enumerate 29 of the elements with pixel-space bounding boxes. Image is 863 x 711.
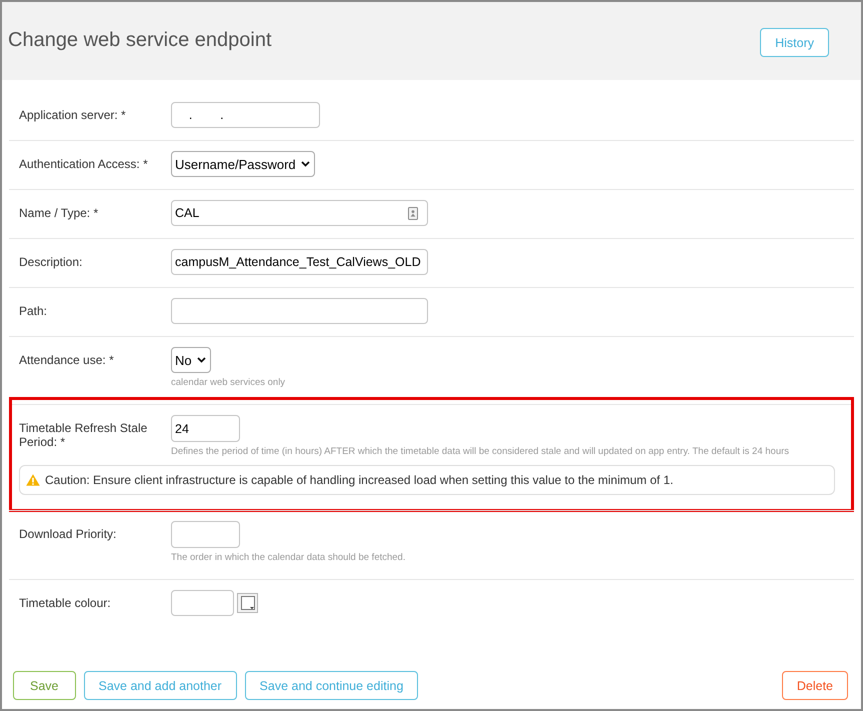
swatch-icon [240,596,254,610]
field-label: Authentication Access: * [19,156,149,173]
field-label: Path: [19,303,48,320]
field-label: Name / Type: * [19,205,100,222]
select-field[interactable]: Username/Password [171,151,315,177]
chevron-down-icon [196,357,206,363]
input-field[interactable] [171,521,240,548]
help-text: The order in which the calendar data should be fetched. [171,552,406,564]
color-picker-button[interactable] [237,593,258,613]
input-field[interactable]: . . [171,102,320,128]
field-label: Download Priority: [19,526,118,543]
input-field[interactable]: CAL [171,200,428,226]
field-label: Timetable colour: [19,595,112,612]
input-field[interactable]: 24 [171,415,240,442]
help-text: calendar web services only [171,377,286,389]
input-field[interactable] [171,298,428,324]
help-text: Defines the period of time (in hours) AFTER which the timetable data will be considered stale and will updated on app entry. The default is 24 hours [171,446,790,458]
select-field[interactable]: No [171,347,211,373]
field-label: Timetable Refresh Stale Period: * [19,420,148,451]
contact-card-icon [408,207,418,220]
input-field[interactable]: campusM_Attendance_Test_CalViews_OLD [171,249,428,275]
field-label: Description: [19,254,84,271]
page-title: Change web service endpoint [8,28,272,52]
field-label: Attendance use: * [19,352,115,369]
chevron-down-icon [300,161,310,167]
color-input[interactable] [171,590,234,616]
warning-icon [26,474,40,486]
caution-text: Caution: Ensure client infrastructure is capable of handling increased load when setting this value to the minimum of 1. [45,473,674,487]
field-label: Application server: * [19,107,127,124]
